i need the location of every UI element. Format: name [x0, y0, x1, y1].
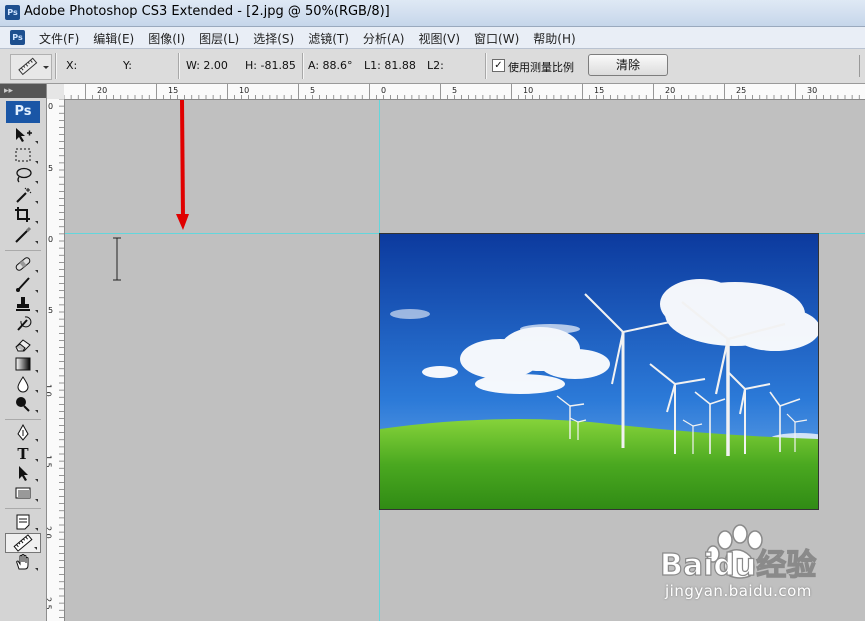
ruler-label: 2 5	[47, 597, 53, 610]
photoshop-app-icon: Ps	[5, 5, 20, 20]
toolbox-divider	[5, 246, 41, 251]
rectangle-shape-tool-icon[interactable]	[5, 484, 41, 504]
separator	[485, 53, 487, 79]
ruler-label: 15	[168, 86, 178, 95]
ruler-origin-corner[interactable]	[47, 84, 65, 100]
use-measurement-scale-checkbox[interactable]: ✓	[492, 59, 505, 72]
use-measurement-scale-label: 使用测量比例	[508, 61, 574, 74]
healing-brush-tool-icon[interactable]	[5, 255, 41, 275]
angle-readout: A: 88.6°	[308, 59, 353, 72]
menu-filter[interactable]: 滤镜(T)	[301, 30, 356, 47]
blur-tool-icon[interactable]	[5, 375, 41, 395]
watermark-url: jingyan.baidu.com	[665, 582, 812, 600]
menu-analysis[interactable]: 分析(A)	[356, 30, 412, 47]
menu-window[interactable]: 窗口(W)	[467, 30, 526, 47]
ruler-label: 30	[807, 86, 817, 95]
tool-preset-picker[interactable]	[10, 54, 52, 80]
options-bar: X: Y: W: 2.00 H: -81.85 A: 88.6° L1: 81.…	[0, 49, 865, 84]
ruler-label: 20	[665, 86, 675, 95]
wind-turbine-photo	[380, 234, 818, 509]
y-readout: Y:	[123, 59, 132, 72]
rectangular-marquee-tool-icon[interactable]	[5, 146, 41, 166]
menu-select[interactable]: 选择(S)	[246, 30, 301, 47]
path-selection-tool-icon[interactable]	[5, 464, 41, 484]
measure-line[interactable]	[111, 234, 123, 286]
ruler-label: 2 0	[47, 526, 53, 539]
width-readout: W: 2.00	[186, 59, 228, 72]
horizontal-ruler-ticks: 20 15 10 5 0 5 10 15 20 25 30	[64, 84, 860, 99]
photoshop-menu-icon[interactable]: Ps	[10, 30, 25, 45]
baidu-jingyan-watermark: Baidu经验	[659, 524, 817, 584]
menu-layer[interactable]: 图层(L)	[192, 30, 246, 47]
magic-wand-tool-icon[interactable]	[5, 186, 41, 206]
brush-tool-icon[interactable]	[5, 275, 41, 295]
ruler-tool-icon[interactable]	[5, 533, 41, 553]
ruler-label: 5	[48, 306, 53, 315]
history-brush-tool-icon[interactable]	[5, 315, 41, 335]
document-image[interactable]	[379, 233, 819, 510]
toolbox-divider	[5, 504, 41, 509]
menu-bar: Ps 文件(F) 编辑(E) 图像(I) 图层(L) 选择(S) 滤镜(T) 分…	[0, 27, 865, 49]
ruler-label: 10	[239, 86, 249, 95]
gradient-tool-icon[interactable]	[5, 355, 41, 375]
height-readout: H: -81.85	[245, 59, 296, 72]
ruler-label: 15	[594, 86, 604, 95]
dodge-tool-icon[interactable]	[5, 395, 41, 415]
separator	[55, 53, 57, 79]
watermark-brand: Baidu经验	[660, 548, 816, 583]
menu-help[interactable]: 帮助(H)	[526, 30, 582, 47]
options-bar-grip[interactable]	[859, 55, 860, 77]
red-arrow-annotation	[176, 100, 189, 230]
ruler-label: 0	[381, 86, 386, 95]
toolbox: ▸▸ Ps T	[0, 84, 47, 621]
ruler-label: 5	[452, 86, 457, 95]
ruler-label: 10	[523, 86, 533, 95]
vertical-ruler[interactable]: 0 5 0 5 1 0 1 5 2 0 2 5	[47, 99, 65, 621]
ruler-label: 0	[48, 235, 53, 244]
length2-readout: L2:	[427, 59, 444, 72]
vertical-ruler-ticks: 0 5 0 5 1 0 1 5 2 0 2 5	[47, 99, 64, 618]
window-title: Adobe Photoshop CS3 Extended - [2.jpg @ …	[24, 4, 390, 19]
move-tool-icon[interactable]	[5, 126, 41, 146]
crop-tool-icon[interactable]	[5, 206, 41, 226]
menu-edit[interactable]: 编辑(E)	[86, 30, 141, 47]
clone-stamp-tool-icon[interactable]	[5, 295, 41, 315]
ruler-tool-icon	[18, 57, 49, 76]
ruler-label: 1 0	[47, 384, 53, 397]
menu-image[interactable]: 图像(I)	[141, 30, 192, 47]
ruler-label: 1 5	[47, 455, 53, 468]
toolbox-divider	[5, 415, 41, 420]
slice-tool-icon[interactable]	[5, 226, 41, 246]
type-tool-icon[interactable]: T	[5, 444, 41, 464]
clear-button[interactable]: 清除	[588, 54, 668, 76]
ruler-label: 5	[48, 164, 53, 173]
lasso-tool-icon[interactable]	[5, 166, 41, 186]
x-readout: X:	[66, 59, 78, 72]
ruler-label: 20	[97, 86, 107, 95]
pen-tool-icon[interactable]	[5, 423, 41, 444]
menu-file[interactable]: 文件(F)	[32, 30, 86, 47]
title-bar: Ps Adobe Photoshop CS3 Extended - [2.jpg…	[0, 0, 865, 27]
menu-view[interactable]: 视图(V)	[411, 30, 467, 47]
ruler-label: 0	[48, 102, 53, 111]
separator	[302, 53, 304, 79]
toolbox-collapse-icon[interactable]: ▸▸	[0, 84, 46, 98]
ruler-label: 25	[736, 86, 746, 95]
eraser-tool-icon[interactable]	[5, 335, 41, 355]
photoshop-logo[interactable]: Ps	[6, 101, 40, 123]
length1-readout: L1: 81.88	[364, 59, 416, 72]
ruler-label: 5	[310, 86, 315, 95]
hand-tool-icon[interactable]	[5, 553, 41, 573]
separator	[178, 53, 180, 79]
horizontal-ruler[interactable]: 20 15 10 5 0 5 10 15 20 25 30	[64, 84, 865, 100]
notes-tool-icon[interactable]	[5, 513, 41, 533]
